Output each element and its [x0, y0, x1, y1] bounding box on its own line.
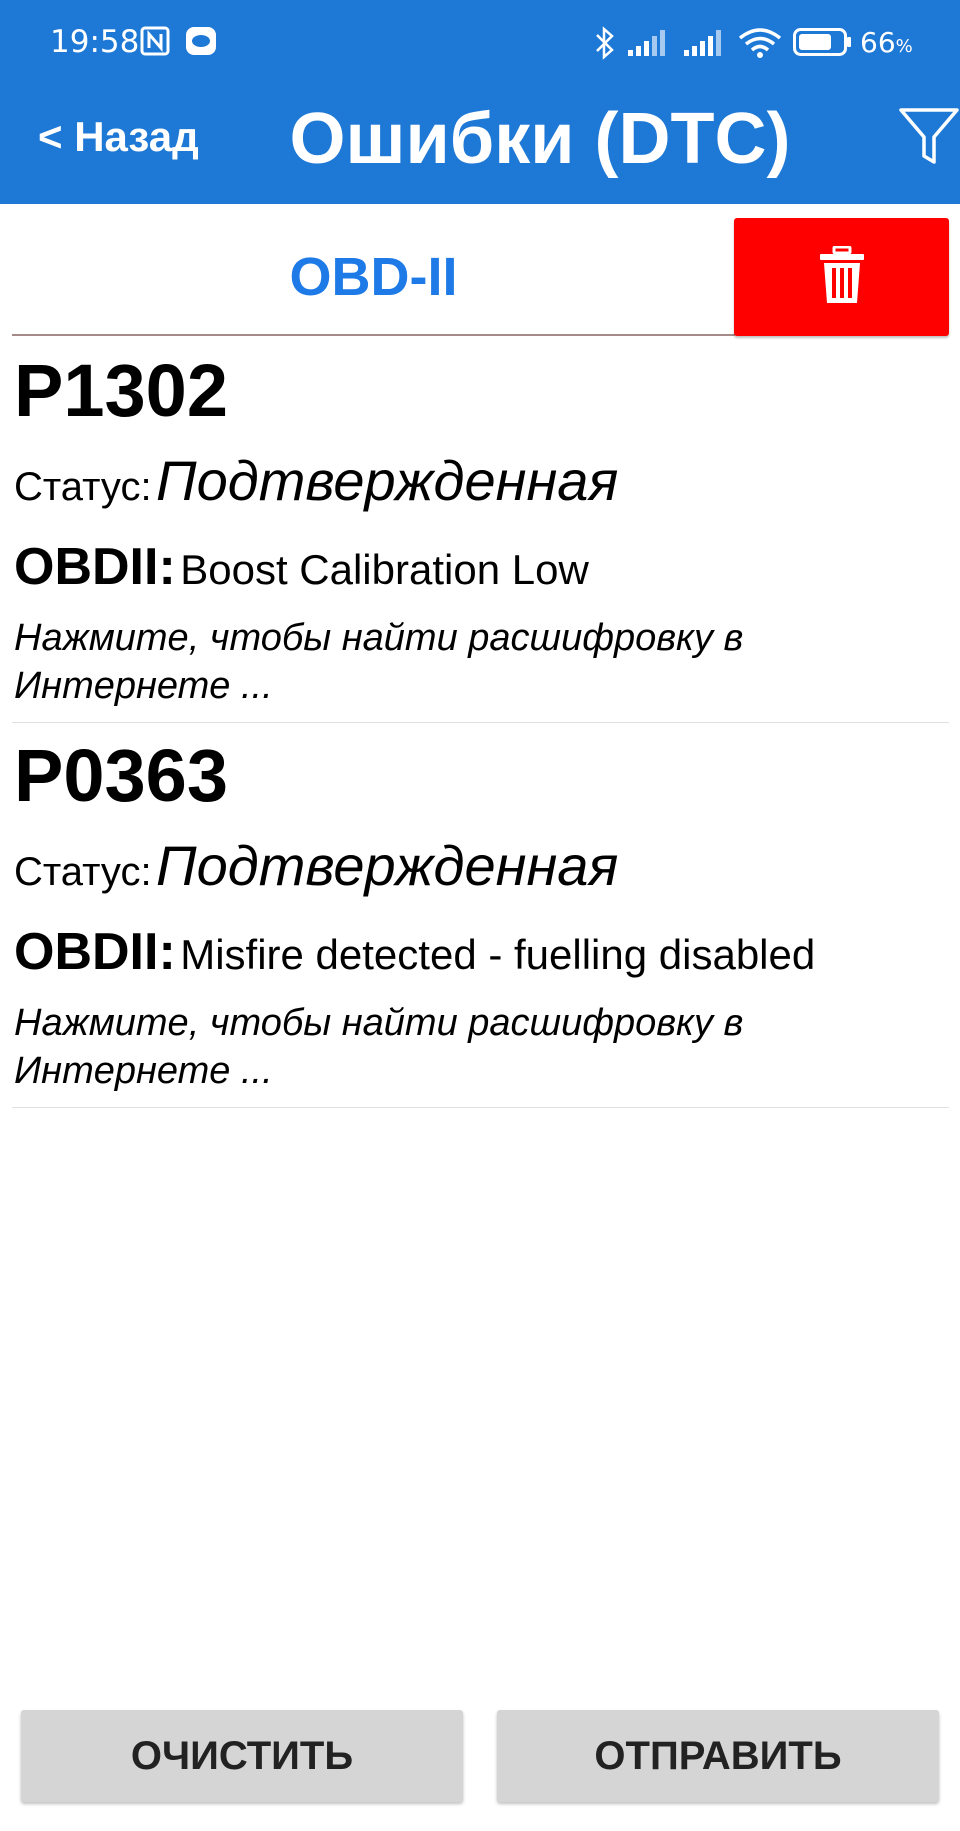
dtc-list-item[interactable]: P0363 Статус: Подтвержденная OBDII: Misf…	[12, 723, 949, 1108]
dtc-search-hint[interactable]: Нажмите, чтобы найти расшифровку в Интер…	[14, 999, 934, 1095]
battery-unit: %	[895, 36, 913, 57]
dtc-desc-value: Boost Calibration Low	[180, 546, 589, 593]
dtc-status-label: Статус:	[14, 465, 152, 509]
status-time: 19:58	[50, 24, 140, 60]
battery-icon	[793, 28, 853, 61]
battery-percent: 66%	[860, 26, 913, 59]
dtc-desc-label: OBDII:	[14, 923, 176, 981]
back-button[interactable]: < Назад	[38, 113, 199, 161]
signal-icon	[628, 30, 672, 61]
dtc-desc-value: Misfire detected - fuelling disabled	[180, 931, 816, 978]
status-bar: 19:58 66%	[0, 0, 960, 90]
tab-obd-ii[interactable]: OBD-II	[12, 218, 735, 336]
send-button[interactable]: ОТПРАВИТЬ	[497, 1710, 939, 1802]
trash-icon	[819, 245, 865, 309]
dtc-search-hint[interactable]: Нажмите, чтобы найти расшифровку в Интер…	[14, 614, 934, 710]
chat-bubble-icon	[185, 26, 217, 61]
dtc-code: P1302	[14, 349, 228, 432]
dtc-desc-label: OBDII:	[14, 538, 176, 596]
nfc-icon	[140, 26, 170, 61]
signal-icon	[684, 30, 728, 61]
app-header: 19:58 66% < Назад Ошибки (DTC)	[0, 0, 960, 204]
dtc-code: P0363	[14, 734, 228, 817]
bluetooth-icon	[594, 26, 616, 65]
dtc-status-label: Статус:	[14, 850, 152, 894]
delete-button[interactable]	[734, 218, 949, 336]
dtc-list-item[interactable]: P1302 Статус: Подтвержденная OBDII: Boos…	[12, 338, 949, 723]
dtc-status: Статус: Подтвержденная	[14, 833, 618, 898]
tab-row: OBD-II	[12, 218, 949, 338]
wifi-icon	[738, 28, 782, 63]
filter-icon[interactable]	[898, 104, 960, 166]
dtc-description: OBDII: Misfire detected - fuelling disab…	[14, 922, 815, 982]
page-title: Ошибки (DTC)	[289, 99, 791, 179]
dtc-status-value: Подтвержденная	[156, 449, 619, 512]
dtc-status-value: Подтвержденная	[156, 834, 619, 897]
dtc-status: Статус: Подтвержденная	[14, 448, 618, 513]
clear-button[interactable]: ОЧИСТИТЬ	[21, 1710, 463, 1802]
dtc-description: OBDII: Boost Calibration Low	[14, 537, 589, 597]
battery-value: 66	[860, 26, 896, 59]
